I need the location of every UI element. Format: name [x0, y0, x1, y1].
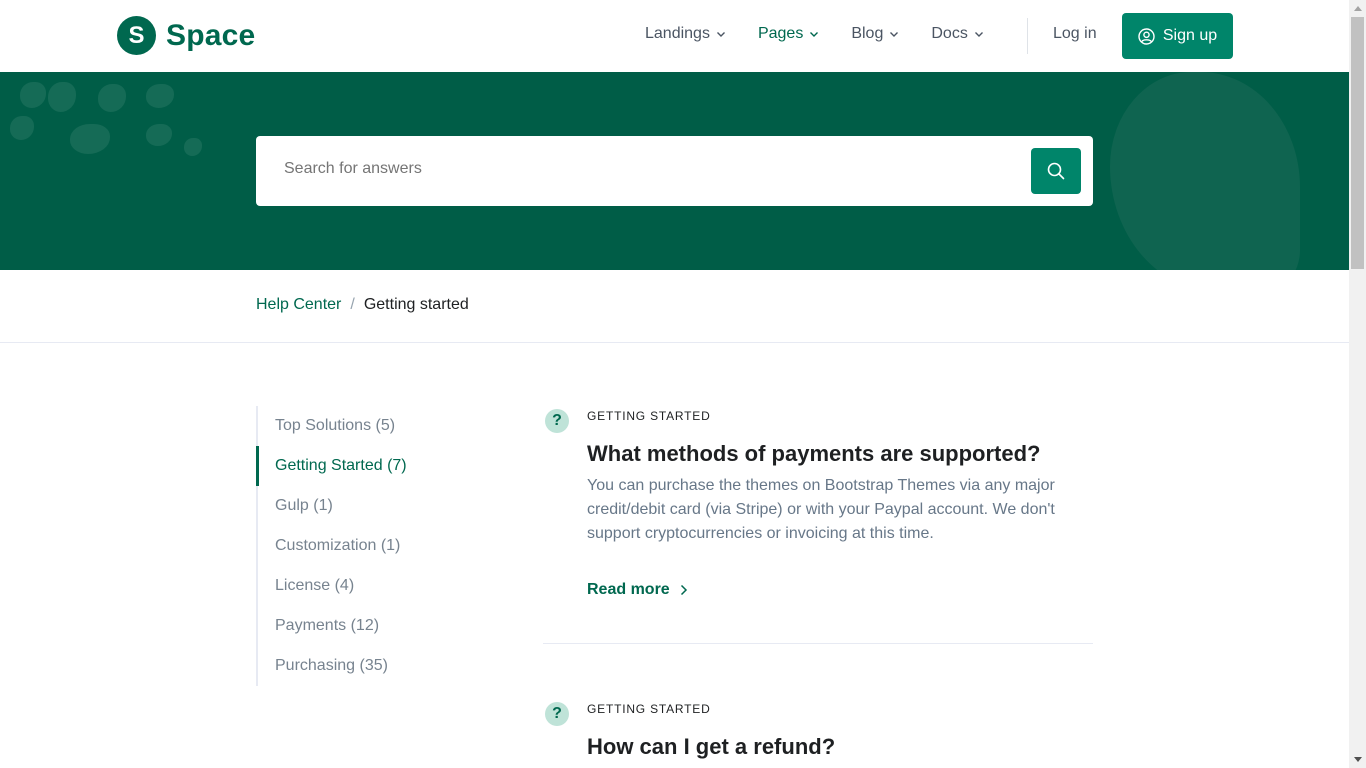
- page-scrollbar[interactable]: [1349, 0, 1366, 768]
- nav-item-label: Landings: [645, 25, 710, 42]
- nav-divider: [1027, 18, 1028, 54]
- decorative-shape: [146, 84, 174, 108]
- scroll-down-arrow-icon[interactable]: [1349, 751, 1366, 768]
- chevron-right-icon: [680, 584, 687, 596]
- user-circle-icon: [1138, 27, 1155, 45]
- article-divider: [543, 643, 1093, 644]
- breadcrumb: Help Center / Getting started: [256, 296, 469, 314]
- nav-item-label: Docs: [931, 25, 968, 42]
- nav-item-landings[interactable]: Landings: [645, 25, 726, 43]
- decorative-shape: [146, 124, 172, 146]
- search-icon: [1047, 162, 1065, 180]
- scroll-up-arrow-icon[interactable]: [1349, 0, 1366, 17]
- nav-item-label: Blog: [851, 25, 884, 42]
- decorative-shape: [70, 124, 110, 154]
- decorative-shape: [1110, 72, 1300, 270]
- sidebar-item-gulp[interactable]: Gulp (1): [275, 497, 333, 515]
- sidebar-item-customization[interactable]: Customization (1): [275, 537, 400, 555]
- search-box: [256, 136, 1093, 206]
- article-category: GETTING STARTED: [587, 702, 711, 716]
- sidebar-item-purchasing[interactable]: Purchasing (35): [275, 657, 388, 675]
- article-title[interactable]: What methods of payments are supported?: [587, 441, 1041, 467]
- top-navbar: S Space Landings Pages Blog Docs Log in …: [0, 0, 1349, 72]
- article-card: ? GETTING STARTED How can I get a refund…: [543, 699, 1093, 768]
- read-more-link[interactable]: Read more: [587, 581, 688, 599]
- breadcrumb-current: Getting started: [363, 296, 469, 313]
- signup-button[interactable]: Sign up: [1122, 13, 1233, 59]
- logo-mark: S: [117, 16, 156, 55]
- decorative-shape: [98, 84, 126, 112]
- chevron-down-icon: [716, 32, 725, 37]
- login-link[interactable]: Log in: [1053, 25, 1097, 43]
- question-icon: ?: [545, 409, 569, 433]
- decorative-shape: [184, 138, 202, 156]
- search-input[interactable]: [284, 160, 984, 178]
- sidebar-item-payments[interactable]: Payments (12): [275, 617, 379, 635]
- nav-item-label: Pages: [757, 25, 804, 42]
- decorative-shape: [10, 116, 34, 140]
- sidebar-item-getting-started[interactable]: Getting Started (7): [275, 457, 407, 475]
- question-icon: ?: [545, 702, 569, 726]
- read-more-label: Read more: [587, 581, 670, 598]
- hero-banner: [0, 72, 1349, 270]
- breadcrumb-separator: /: [350, 296, 355, 313]
- search-button[interactable]: [1031, 148, 1081, 194]
- article-title[interactable]: How can I get a refund?: [587, 734, 835, 760]
- breadcrumb-help-center[interactable]: Help Center: [256, 296, 341, 314]
- article-excerpt: You can purchase the themes on Bootstrap…: [587, 477, 1055, 542]
- main-nav: Landings Pages Blog Docs: [645, 25, 1016, 43]
- category-sidebar: Top Solutions (5) Getting Started (7) Gu…: [256, 406, 486, 686]
- chevron-down-icon: [974, 32, 983, 37]
- signup-label: Sign up: [1162, 27, 1218, 44]
- sidebar-item-top-solutions[interactable]: Top Solutions (5): [275, 417, 395, 435]
- chevron-down-icon: [810, 32, 819, 37]
- brand-logo[interactable]: S Space: [117, 16, 255, 55]
- article-card: ? GETTING STARTED What methods of paymen…: [543, 406, 1093, 646]
- section-divider: [0, 342, 1349, 343]
- decorative-shape: [48, 82, 76, 112]
- sidebar-item-license[interactable]: License (4): [275, 577, 354, 595]
- nav-item-blog[interactable]: Blog: [851, 25, 899, 43]
- decorative-shape: [20, 82, 46, 108]
- chevron-down-icon: [890, 32, 899, 37]
- article-category: GETTING STARTED: [587, 409, 711, 423]
- nav-item-pages[interactable]: Pages: [758, 25, 819, 43]
- brand-name: Space: [166, 18, 256, 52]
- scroll-thumb[interactable]: [1351, 17, 1364, 269]
- nav-item-docs[interactable]: Docs: [931, 25, 983, 43]
- active-indicator: [256, 446, 259, 486]
